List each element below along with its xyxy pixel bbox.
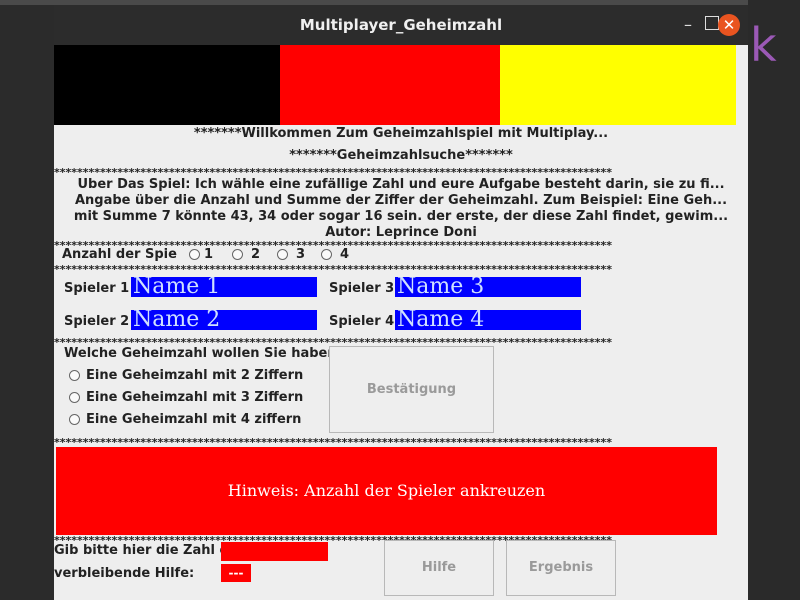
player-count-option-label: 1	[204, 247, 214, 262]
maximize-icon[interactable]	[705, 16, 719, 30]
enter-number-label: Gib bitte hier die Zahl ein:	[54, 543, 248, 558]
digits-2-label: Eine Geheimzahl mit 2 Ziffern	[86, 368, 304, 383]
digits-4-label: Eine Geheimzahl mit 4 ziffern	[86, 412, 302, 427]
digits-2-radio[interactable]	[69, 370, 80, 381]
help-button[interactable]: Hilfe	[384, 540, 494, 596]
number-input[interactable]	[221, 542, 328, 561]
player-2-name-input[interactable]: Name 2	[131, 310, 317, 330]
player-count-option-label: 4	[340, 247, 350, 262]
flag-stripe-red	[280, 45, 500, 125]
player-2-label: Spieler 2	[64, 314, 130, 329]
remaining-help-label: verbleibende Hilfe:	[54, 566, 195, 581]
hint-banner: Hinweis: Anzahl der Spieler ankreuzen	[56, 447, 717, 535]
remaining-help-value: ---	[221, 564, 251, 582]
player-count-option-label: 2	[251, 247, 261, 262]
title-bar[interactable]: Multiplayer_Geheimzahl – ✕	[54, 5, 748, 45]
player-count-radio-4[interactable]	[321, 249, 332, 260]
digits-3-radio[interactable]	[69, 392, 80, 403]
window-title: Multiplayer_Geheimzahl	[299, 16, 503, 34]
about-line-3: mit Summe 7 könnte 43, 34 oder sogar 16 …	[73, 209, 729, 224]
player-3-label: Spieler 3	[329, 281, 395, 296]
digits-3-label: Eine Geheimzahl mit 3 Ziffern	[86, 390, 304, 405]
confirm-button[interactable]: Bestätigung	[329, 346, 494, 433]
subtitle-heading: *******Geheimzahlsuche*******	[289, 148, 513, 163]
player-4-name-input[interactable]: Name 4	[395, 310, 581, 330]
desktop-app-glyph: k	[750, 18, 777, 72]
flag-stripe-black	[54, 45, 280, 125]
about-line-2: Angabe über die Anzahl und Summe der Zif…	[74, 193, 728, 208]
digits-4-radio[interactable]	[69, 414, 80, 425]
desktop-background	[748, 0, 800, 600]
player-count-radio-2[interactable]	[232, 249, 243, 260]
secret-number-question: Welche Geheimzahl wollen Sie haben?	[64, 346, 345, 361]
player-count-label: Anzahl der Spie	[62, 247, 177, 262]
result-button[interactable]: Ergebnis	[506, 540, 616, 596]
flag-stripe-gold	[500, 45, 736, 125]
player-1-label: Spieler 1	[64, 281, 130, 296]
separator: ****************************************…	[54, 264, 612, 276]
player-count-radio-1[interactable]	[189, 249, 200, 260]
app-window: Multiplayer_Geheimzahl – ✕ *******Willko…	[54, 5, 748, 600]
about-line-1: Über Das Spiel: Ich wähle eine zufällige…	[77, 177, 725, 192]
close-icon[interactable]: ✕	[718, 14, 740, 36]
player-count-option-label: 3	[296, 247, 306, 262]
player-3-name-input[interactable]: Name 3	[395, 277, 581, 297]
player-1-name-input[interactable]: Name 1	[131, 277, 317, 297]
author-line: Autor: Leprince Doni	[325, 225, 477, 240]
player-4-label: Spieler 4	[329, 314, 395, 329]
player-count-radio-3[interactable]	[277, 249, 288, 260]
welcome-heading: *******Willkommen Zum Geheimzahlspiel mi…	[193, 126, 609, 141]
minimize-icon[interactable]: –	[680, 17, 696, 33]
